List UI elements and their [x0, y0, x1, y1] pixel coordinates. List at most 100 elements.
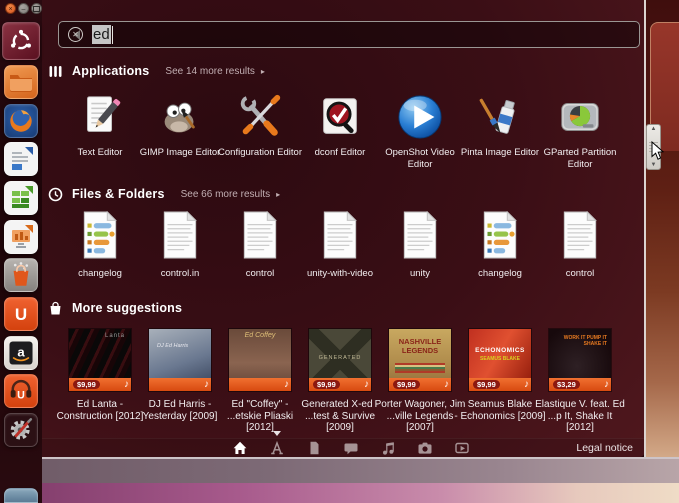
result-label: Porter Wagoner, Jim ...ville Legends [200…: [374, 399, 466, 433]
applications-header: Applications See 14 more results ▸: [48, 62, 265, 80]
music-note-icon: ♪: [604, 379, 609, 390]
text-doc-icon: [243, 211, 277, 259]
text-editor-icon: [87, 96, 121, 132]
album-cover: DJ Ed Harris ♪: [149, 329, 211, 391]
launcher-item-libreoffice-writer[interactable]: [4, 142, 38, 176]
launcher-item-amazon[interactable]: a: [4, 336, 38, 370]
settings-gear-icon: [10, 418, 33, 440]
ubuntu-one-letter: U: [14, 304, 28, 324]
legal-notice-link[interactable]: Legal notice: [576, 442, 633, 454]
result-file[interactable]: unity: [380, 211, 460, 280]
result-dconf-editor[interactable]: dconf Editor: [300, 92, 380, 170]
result-album[interactable]: ECHONOMICS SEAMUS BLAKE $9,99 ♪ Seamus B…: [454, 329, 546, 434]
result-openshot[interactable]: OpenShot Video Editor: [380, 92, 460, 170]
launcher-item-dash-home[interactable]: [2, 22, 40, 60]
result-file[interactable]: changelog: [60, 211, 140, 280]
scroll-up-icon[interactable]: ▲: [651, 126, 657, 132]
album-art-text: Ed Coffey: [244, 332, 276, 339]
result-file[interactable]: changelog: [460, 211, 540, 280]
result-gparted[interactable]: GParted Partition Editor: [540, 92, 620, 170]
music-note-icon: ♪: [444, 379, 449, 390]
launcher-item-software-center[interactable]: [4, 258, 38, 292]
launcher-item-files[interactable]: [4, 65, 38, 99]
close-button[interactable]: ×: [5, 3, 16, 14]
result-text-editor[interactable]: Text Editor: [60, 92, 140, 170]
files-lens-icon[interactable]: [306, 440, 322, 456]
text-doc-icon: [563, 211, 597, 259]
result-label: Pinta Image Editor: [460, 147, 540, 158]
price-strip: $9,99 ♪: [469, 378, 531, 391]
unity-dash: ✕ ed Applications See 14 more results ▸ …: [42, 0, 645, 457]
launcher-item-system-settings[interactable]: [4, 413, 38, 447]
launcher-item-partial[interactable]: [4, 488, 38, 503]
price-badge: $9,99: [73, 380, 100, 389]
price-strip: $9,99 ♪: [69, 378, 131, 391]
libreoffice-writer-icon: [12, 147, 33, 170]
result-file[interactable]: unity-with-video: [300, 211, 380, 280]
scroll-down-icon[interactable]: ▼: [651, 162, 657, 168]
result-album[interactable]: GENERATED $9,99 ♪ Generated X-ed - ...tes…: [300, 329, 380, 434]
result-label: Generated X-ed - ...test & Survive [2009]: [301, 399, 379, 433]
result-pinta[interactable]: Pinta Image Editor: [460, 92, 540, 170]
result-file[interactable]: control.in: [140, 211, 220, 280]
folder-icon: [10, 75, 32, 92]
result-label: control: [565, 268, 595, 279]
social-lens-icon[interactable]: [343, 440, 359, 456]
recent-files-clock-icon: [48, 187, 63, 201]
launcher-item-ubuntu-one[interactable]: U: [4, 297, 38, 331]
album-cover: Lanta $9,99 ♪: [69, 329, 131, 391]
music-note-icon: ♪: [524, 379, 529, 390]
result-label: Seamus Blake - Echonomics [2009]: [454, 399, 546, 422]
result-label: Ed Lanta - Construction [2012]: [56, 399, 144, 422]
launcher-item-firefox[interactable]: [4, 104, 38, 138]
applications-lens-icon[interactable]: [269, 440, 285, 456]
result-gimp[interactable]: GIMP Image Editor: [140, 92, 220, 170]
suggestions-results: Lanta $9,99 ♪ Ed Lanta - Construction [20…: [57, 329, 625, 434]
applications-category-icon: [49, 65, 62, 77]
album-art-text: DJ Ed Harris: [157, 343, 189, 349]
suggestions-header: More suggestions: [48, 299, 182, 317]
more-results-arrow-icon: ▸: [276, 189, 281, 199]
home-icon[interactable]: [232, 440, 248, 456]
result-album[interactable]: WORK IT PUMP IT SHAKE IT $3,29 ♪ Elastiq…: [535, 329, 625, 434]
search-bar[interactable]: ✕ ed: [58, 21, 640, 48]
launcher-item-libreoffice-calc[interactable]: [4, 181, 38, 215]
section-title: Applications: [72, 64, 150, 78]
photos-lens-icon[interactable]: [417, 440, 433, 456]
dconf-editor-icon: [323, 98, 357, 134]
search-text[interactable]: ed: [92, 25, 111, 44]
result-file[interactable]: control: [540, 211, 620, 280]
see-more-applications-link[interactable]: See 14 more results: [165, 66, 255, 77]
text-doc-icon: [163, 211, 197, 259]
svg-text:a: a: [17, 344, 25, 359]
see-more-files-link[interactable]: See 66 more results: [181, 189, 271, 200]
price-badge: $9,99: [313, 380, 340, 389]
clear-search-icon[interactable]: ✕: [68, 27, 83, 42]
result-label: OpenShot Video Editor: [385, 147, 455, 170]
configuration-editor-icon: [240, 94, 281, 136]
result-album[interactable]: Ed Coffey ♪ Ed "Coffey" - ...etskie Plias…: [220, 329, 300, 434]
openshot-icon: [398, 95, 442, 139]
result-configuration-editor[interactable]: Configuration Editor: [218, 92, 302, 170]
videos-lens-icon[interactable]: [454, 440, 470, 456]
result-label: unity: [409, 268, 431, 279]
lens-bar: [42, 438, 645, 457]
files-header: Files & Folders See 66 more results ▸: [48, 185, 280, 203]
result-album[interactable]: Lanta $9,99 ♪ Ed Lanta - Construction [20…: [57, 329, 143, 434]
result-album[interactable]: NASHVILLE LEGENDS $9,99 ♪ Porter Wagoner…: [375, 329, 465, 434]
launcher-item-ubuntu-one-music[interactable]: U: [4, 374, 38, 408]
minimize-button[interactable]: –: [18, 3, 29, 14]
result-album[interactable]: DJ Ed Harris ♪ DJ Ed Harris - Yesterday […: [140, 329, 220, 434]
result-label: dconf Editor: [314, 147, 366, 158]
changelog-doc-icon: [483, 211, 517, 259]
maximize-button[interactable]: [31, 3, 42, 14]
launcher-item-libreoffice-impress[interactable]: [4, 220, 38, 254]
dash-right-border: [644, 0, 646, 457]
album-cover: WORK IT PUMP IT SHAKE IT $3,29 ♪: [549, 329, 611, 391]
music-lens-icon[interactable]: [380, 440, 396, 456]
result-label: control.in: [160, 268, 200, 279]
music-note-icon: ♪: [364, 379, 369, 390]
result-label: changelog: [478, 268, 522, 279]
text-doc-icon: [323, 211, 357, 259]
result-file[interactable]: control: [220, 211, 300, 280]
